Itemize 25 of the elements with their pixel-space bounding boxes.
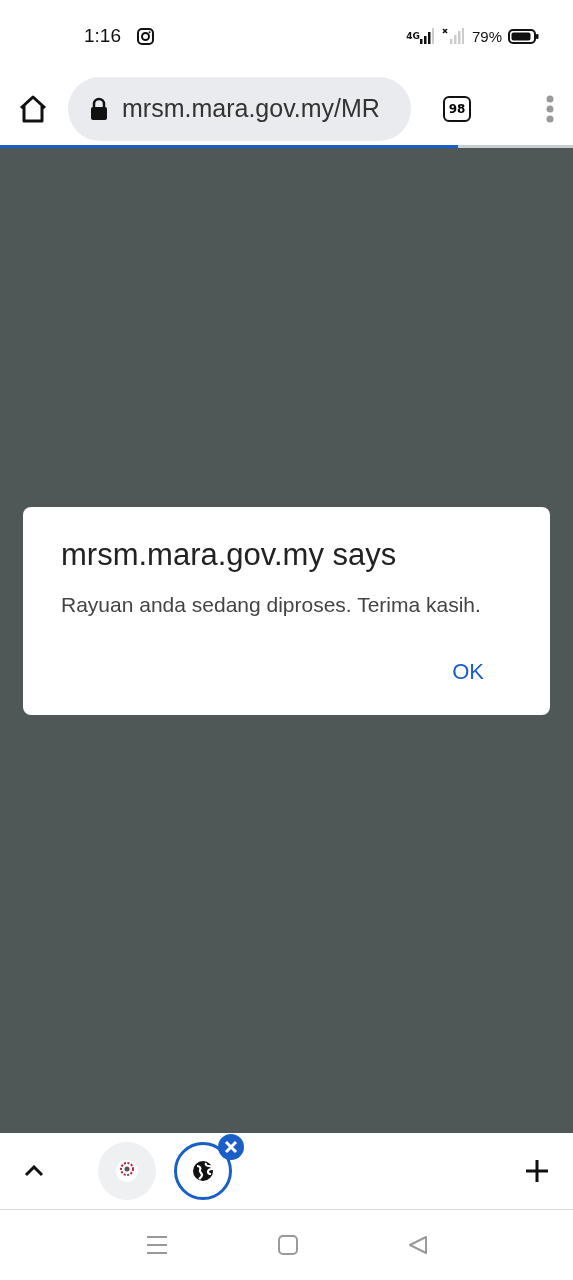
menu-icon[interactable] [145,1235,168,1255]
clock-time: 1:16 [84,25,121,47]
no-signal-icon [441,28,464,44]
battery-percent: 79% [471,27,502,45]
tab-count-button[interactable]: 98 [443,95,471,122]
home-icon[interactable] [18,93,48,124]
battery-icon [508,28,539,44]
globe-icon [192,1160,214,1182]
lock-icon [90,96,108,121]
close-icon[interactable] [218,1134,244,1160]
caret-up-icon[interactable] [24,1165,44,1177]
tab-thumbnail[interactable] [174,1142,232,1200]
url-text: mrsm.mara.gov.my/MR [122,94,380,123]
square-icon[interactable] [277,1235,298,1255]
logo-icon [115,1159,139,1183]
dialog-message: Rayuan anda sedang diproses. Terima kasih. [61,593,482,617]
network-type: 4G [406,31,420,41]
add-icon[interactable] [525,1159,549,1183]
ok-button[interactable]: OK [442,653,512,691]
more-menu-icon[interactable] [545,94,555,123]
dialog-title: mrsm.mara.gov.my says [61,537,398,573]
address-bar[interactable]: mrsm.mara.gov.my/MR [68,76,411,141]
back-triangle-icon[interactable] [407,1235,428,1255]
signal-icon [419,28,434,44]
camera-app-icon [137,27,154,45]
